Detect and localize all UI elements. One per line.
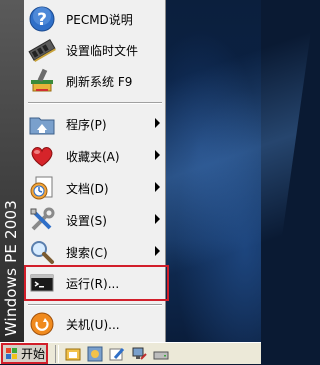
submenu-arrow-icon xyxy=(155,246,160,256)
memory-chip-icon xyxy=(27,35,57,65)
start-menu-side-banner: Windows PE 2003 xyxy=(0,0,24,342)
network-icon[interactable] xyxy=(131,346,147,362)
search-magnifier-icon xyxy=(27,237,57,267)
start-menu: Windows PE 2003 ? PECMD说明 设置临时文件 刷新系统 F9… xyxy=(0,0,169,342)
menu-item-label: 刷新系统 F9 xyxy=(66,74,133,89)
menu-separator xyxy=(28,304,162,306)
menu-item-label: 关机(U)... xyxy=(66,317,120,332)
menu-item-label: 设置(S) xyxy=(66,213,107,228)
programs-folder-icon xyxy=(27,109,57,139)
shutdown-icon xyxy=(27,309,57,339)
pen-icon[interactable] xyxy=(109,346,125,362)
menu-item-label: PECMD说明 xyxy=(66,12,133,27)
submenu-arrow-icon xyxy=(155,118,160,128)
taskbar-separator xyxy=(55,344,59,363)
start-button[interactable]: 开始 xyxy=(1,343,48,364)
start-button-highlight xyxy=(1,343,48,364)
help-icon: ? xyxy=(27,4,57,34)
explorer-icon[interactable] xyxy=(87,346,103,362)
folder-icon[interactable] xyxy=(65,346,81,362)
refresh-paintbrush-icon xyxy=(27,66,57,96)
menu-item-temp-files[interactable]: 设置临时文件 xyxy=(24,33,166,67)
menu-item-shutdown[interactable]: 关机(U)... xyxy=(24,307,166,341)
menu-item-label: 搜索(C) xyxy=(66,245,108,260)
menu-item-favorites[interactable]: 收藏夹(A) xyxy=(24,139,166,173)
submenu-arrow-icon xyxy=(155,182,160,192)
taskbar: 开始 xyxy=(0,342,261,364)
menu-item-search[interactable]: 搜索(C) xyxy=(24,235,166,269)
submenu-arrow-icon xyxy=(155,214,160,224)
svg-text:?: ? xyxy=(37,10,47,30)
settings-tools-icon xyxy=(27,205,57,235)
menu-item-label: 收藏夹(A) xyxy=(66,149,120,164)
menu-item-label: 程序(P) xyxy=(66,117,107,132)
documents-icon xyxy=(27,173,57,203)
side-banner-text: Windows PE 2003 xyxy=(2,199,20,336)
menu-item-programs[interactable]: 程序(P) xyxy=(24,107,166,141)
menu-item-pecmd-help[interactable]: ? PECMD说明 xyxy=(24,2,166,36)
menu-item-label: 设置临时文件 xyxy=(66,43,139,58)
menu-item-label: 文档(D) xyxy=(66,181,109,196)
menu-item-settings[interactable]: 设置(S) xyxy=(24,203,166,237)
menu-item-documents[interactable]: 文档(D) xyxy=(24,171,166,205)
favorites-heart-icon xyxy=(27,141,57,171)
submenu-arrow-icon xyxy=(155,150,160,160)
drive-icon[interactable] xyxy=(153,346,169,362)
menu-item-refresh-system[interactable]: 刷新系统 F9 xyxy=(24,64,166,98)
run-highlight-box xyxy=(24,265,169,301)
menu-separator xyxy=(28,102,162,104)
